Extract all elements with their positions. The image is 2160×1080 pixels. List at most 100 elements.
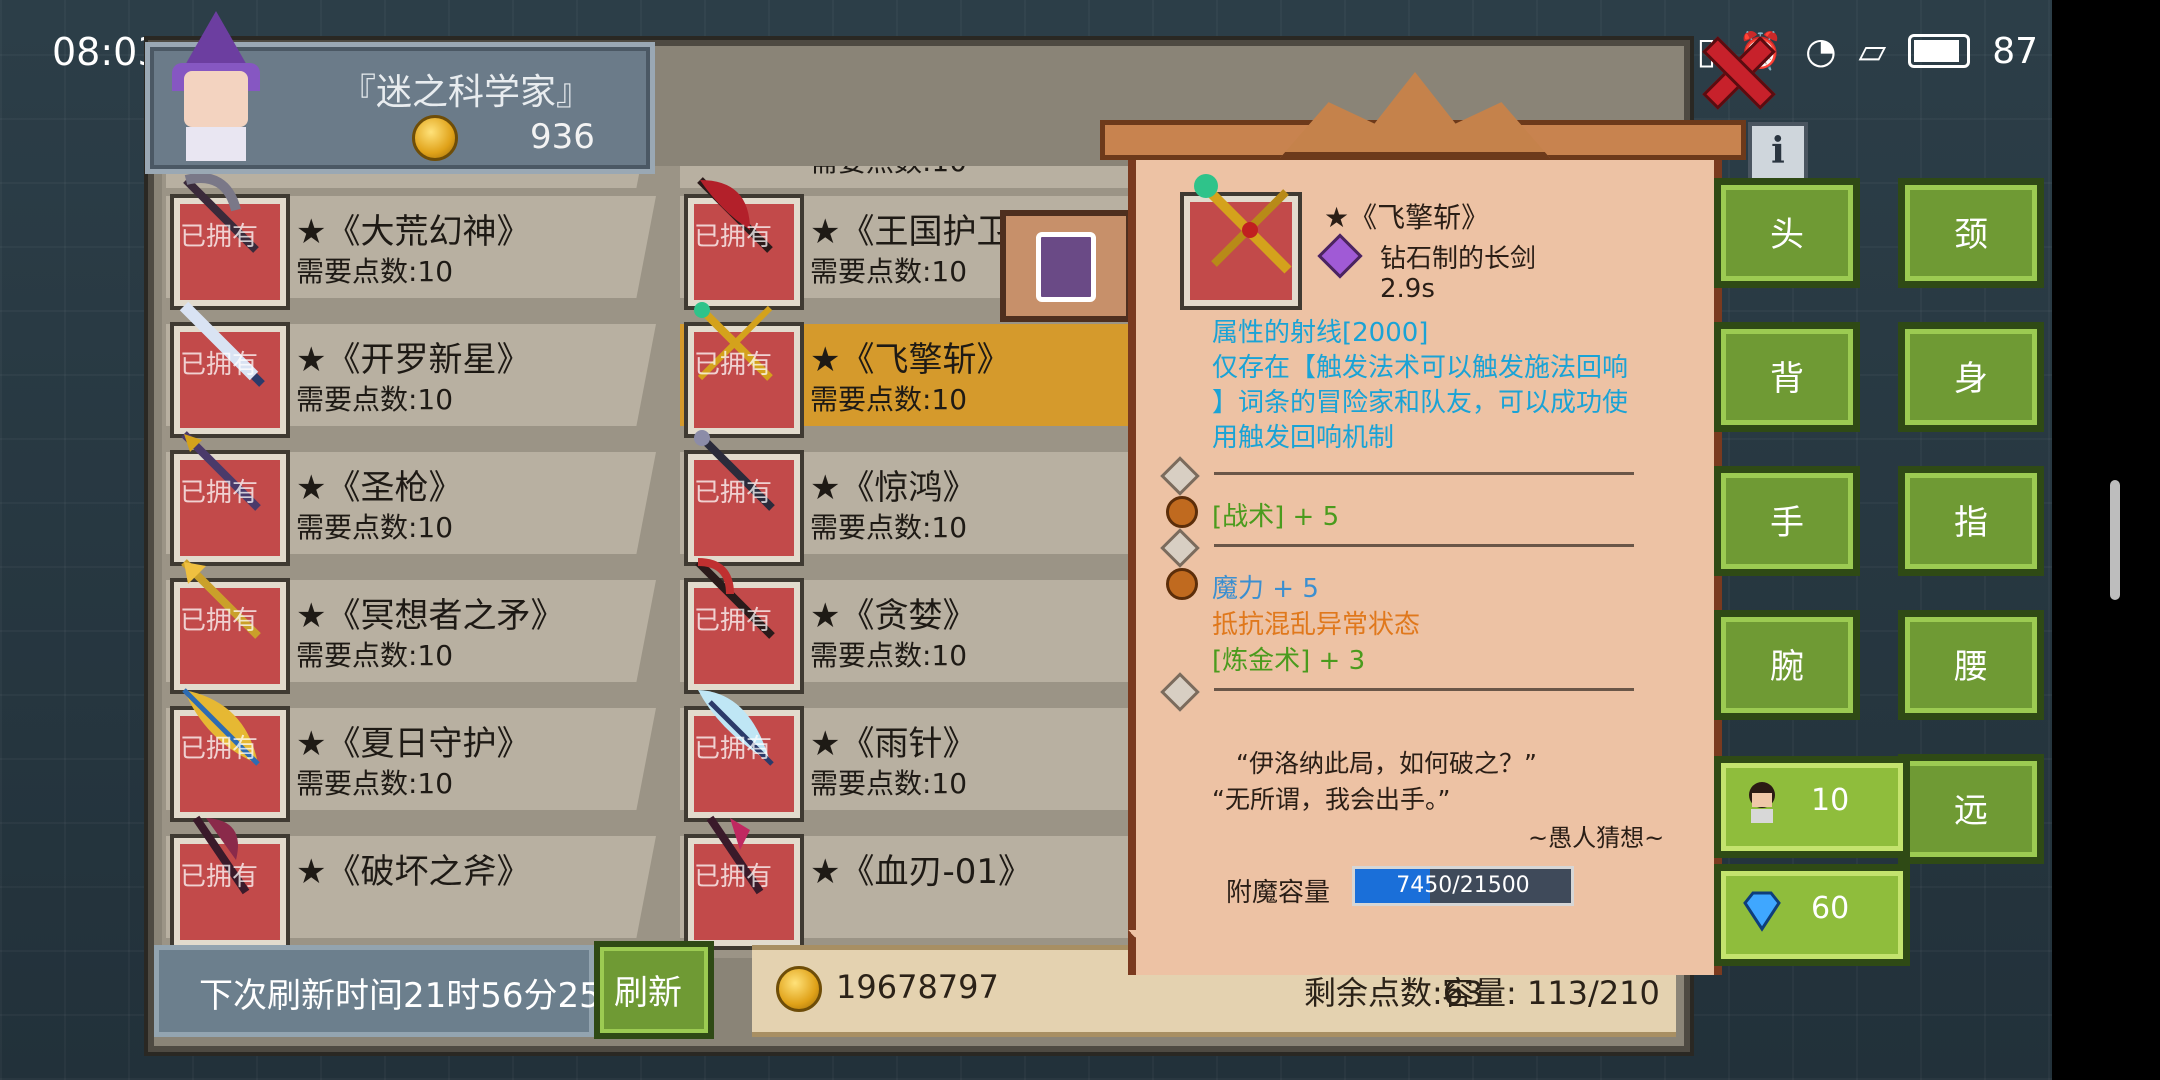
owned-label: 已拥有 xyxy=(693,606,772,636)
enchant-capacity-label: 附魔容量 xyxy=(1226,878,1331,908)
scroll-top-ornament xyxy=(1100,72,1746,160)
npc-gold: 936 xyxy=(530,117,595,157)
equip-slot-label: 腕 xyxy=(1770,647,1804,687)
detail-attribute-text: 属性的射线[2000] 仅存在【触发法术可以触发施法回响 】词条的冒险家和队友，… xyxy=(1212,316,1652,456)
lock-icon xyxy=(1036,232,1096,302)
refresh-button-label: 刷新 xyxy=(614,973,682,1013)
attribute-line: 属性的射线[2000] xyxy=(1212,318,1429,348)
list-item[interactable]: 已拥有 ★《圣枪》 需要点数:10 xyxy=(166,431,666,562)
owned-label: 已拥有 xyxy=(179,606,258,636)
equip-slot-finger[interactable]: 指 xyxy=(1898,466,2044,576)
item-cost: 需要点数:10 xyxy=(810,639,968,672)
equip-slot-label: 颈 xyxy=(1954,215,1988,255)
equip-slot-ranged[interactable]: 远 xyxy=(1898,754,2044,864)
item-cost: 需要点数:10 xyxy=(296,767,454,800)
equip-slot-wrist[interactable]: 腕 xyxy=(1714,610,1860,720)
enchant-capacity-text: 7450/21500 xyxy=(1396,873,1530,898)
socket-divider xyxy=(1160,456,1666,496)
socket-divider xyxy=(1160,528,1666,568)
item-name: ★《夏日守护》 xyxy=(296,724,531,764)
owned-label: 已拥有 xyxy=(179,350,258,380)
list-item[interactable]: 已拥有 ★《冥想者之矛》 需要点数:10 xyxy=(166,559,666,690)
detail-attack-speed: 2.9s xyxy=(1380,274,1435,304)
scroll-bottom-edge xyxy=(1128,930,1706,990)
equip-slot-label: 头 xyxy=(1770,215,1804,255)
detail-stat: [战术] + 5 xyxy=(1212,502,1340,532)
item-name: ★《惊鸿》 xyxy=(810,468,977,508)
list-item[interactable]: 已拥有 ★《血刃-01》 xyxy=(680,815,1162,946)
owned-label: 已拥有 xyxy=(693,734,772,764)
info-icon: i xyxy=(1771,130,1785,172)
socket-icon xyxy=(1160,456,1200,496)
owned-label: 已拥有 xyxy=(693,478,772,508)
hero-avatar-icon xyxy=(1749,782,1775,823)
list-item[interactable]: 已拥有 ★《惊鸿》 需要点数:10 xyxy=(680,430,1162,562)
item-name: ★《破坏之斧》 xyxy=(296,852,531,892)
owned-label: 已拥有 xyxy=(179,478,258,508)
crossed-sword-weapon-icon xyxy=(1194,174,1292,274)
socket-divider xyxy=(1160,672,1666,712)
owned-label: 已拥有 xyxy=(179,862,258,892)
gem-count-button[interactable]: 60 xyxy=(1714,864,1910,966)
gem-count: 60 xyxy=(1811,891,1850,926)
scientist-avatar xyxy=(162,11,272,161)
item-cost: 需要点数:10 xyxy=(296,383,454,416)
npc-banner: 『迷之科学家』 936 xyxy=(145,11,655,174)
equip-slot-neck[interactable]: 颈 xyxy=(1898,178,2044,288)
equip-slot-hand[interactable]: 手 xyxy=(1714,466,1860,576)
list-item[interactable]: 已拥有 ★《大荒幻神》 需要点数:10 xyxy=(166,173,666,306)
equip-slot-back[interactable]: 背 xyxy=(1714,322,1860,432)
coin-icon xyxy=(776,966,822,1012)
lock-button[interactable] xyxy=(1000,210,1132,322)
scrollbar[interactable] xyxy=(2110,480,2120,600)
diamond-icon xyxy=(1743,891,1781,932)
socket-icon xyxy=(1160,528,1200,568)
owned-label: 已拥有 xyxy=(179,222,258,252)
flavor-quote: “无所谓，我会出手。” xyxy=(1212,785,1451,814)
equip-slot-body[interactable]: 身 xyxy=(1898,322,2044,432)
equip-slot-label: 远 xyxy=(1954,791,1988,831)
refresh-button[interactable]: 刷新 xyxy=(594,941,714,1039)
equip-slot-head[interactable]: 头 xyxy=(1714,178,1860,288)
gold-amount: 19678797 xyxy=(836,968,999,1006)
refresh-timer: 下次刷新时间21时56分25 xyxy=(154,945,601,1037)
item-name: ★《冥想者之矛》 xyxy=(296,596,565,636)
wifi-icon: ◔ xyxy=(1805,30,1837,72)
info-button[interactable]: i xyxy=(1748,122,1808,182)
battery-level: 87 xyxy=(1992,30,2038,72)
list-item[interactable]: 已拥有 ★《夏日守护》 需要点数:10 xyxy=(166,688,666,818)
detail-stat: 魔力 + 5 xyxy=(1212,574,1319,604)
item-name: ★《大荒幻神》 xyxy=(296,212,531,252)
equip-slot-label: 腰 xyxy=(1954,647,1988,687)
equip-slot-waist[interactable]: 腰 xyxy=(1898,610,2044,720)
attribute-line: 用触发回响机制 xyxy=(1212,423,1395,453)
list-item[interactable]: 已拥有 ★《贪婪》 需要点数:10 xyxy=(680,558,1162,690)
equip-slot-label: 身 xyxy=(1954,359,1988,399)
item-name: ★《雨针》 xyxy=(810,724,977,764)
hero-count-button[interactable]: 10 xyxy=(1714,756,1910,858)
equip-slot-label: 背 xyxy=(1770,359,1804,399)
enchant-capacity-bar: 7450/21500 xyxy=(1352,866,1574,906)
npc-title: 『迷之科学家』 xyxy=(340,72,593,113)
equip-slot-label: 手 xyxy=(1770,503,1804,543)
socket-icon xyxy=(1160,672,1200,712)
list-item[interactable]: 已拥有 ★《破坏之斧》 xyxy=(166,815,666,946)
battery-icon xyxy=(1908,34,1971,68)
flavor-quote: “伊洛纳此局，如何破之？” xyxy=(1236,749,1537,778)
item-name: ★《开罗新星》 xyxy=(296,340,531,380)
attribute-line: 】词条的冒险家和队友，可以成功使 xyxy=(1212,388,1629,418)
owned-label: 已拥有 xyxy=(179,734,258,764)
screen-icon: ▱ xyxy=(1858,30,1887,72)
item-cost: 需要点数:10 xyxy=(810,767,968,800)
coin-icon xyxy=(412,115,458,161)
attribute-line: 仅存在【触发法术可以触发施法回响 xyxy=(1212,353,1629,383)
detail-item-type: 钻石制的长剑 xyxy=(1380,244,1537,274)
list-item[interactable]: 已拥有 ★《雨针》 需要点数:10 xyxy=(680,690,1162,818)
item-cost: 需要点数:10 xyxy=(296,255,454,288)
equip-slot-label: 指 xyxy=(1954,503,1988,543)
close-button[interactable] xyxy=(1700,36,1766,102)
item-cost: 需要点数:10 xyxy=(810,255,968,288)
flavor-author: ~愚人猜想~ xyxy=(1528,824,1665,852)
list-item[interactable]: 已拥有 ★《开罗新星》 需要点数:10 xyxy=(166,301,666,434)
list-item-selected[interactable]: 已拥有 ★《飞擎斩》 需要点数:10 xyxy=(680,302,1162,434)
